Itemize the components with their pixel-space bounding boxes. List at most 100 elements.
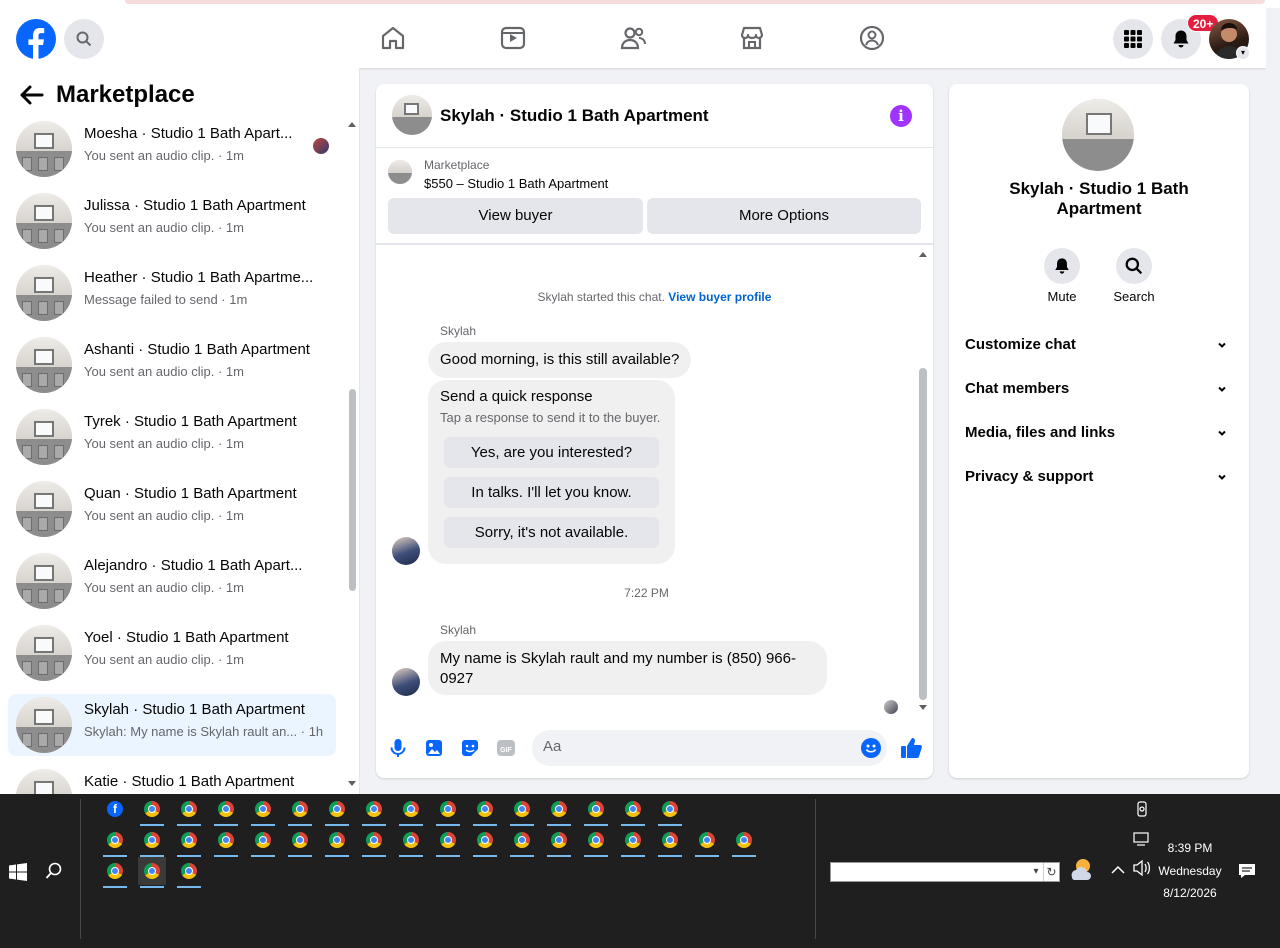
chrome-taskbar-icon[interactable] bbox=[286, 826, 314, 857]
chrome-taskbar-icon[interactable] bbox=[323, 826, 351, 857]
listing-thumbnail[interactable] bbox=[388, 160, 412, 184]
taskbar-day[interactable]: Wednesday bbox=[1150, 864, 1230, 878]
dropdown-arrow-icon[interactable]: ▾ bbox=[1029, 863, 1043, 881]
chrome-taskbar-icon[interactable] bbox=[656, 795, 684, 826]
conversation-item[interactable]: Alejandro · Studio 1 Bath Apart... You se… bbox=[8, 550, 336, 612]
chrome-taskbar-icon[interactable] bbox=[582, 826, 610, 857]
chrome-taskbar-icon[interactable] bbox=[434, 795, 462, 826]
chrome-taskbar-icon[interactable] bbox=[101, 826, 129, 857]
marketplace-icon[interactable] bbox=[738, 24, 766, 52]
quick-response-in-talks-button[interactable]: In talks. I'll let you know. bbox=[444, 477, 659, 508]
chrome-taskbar-icon[interactable] bbox=[545, 826, 573, 857]
listing-price[interactable]: $550 – Studio 1 Bath Apartment bbox=[424, 176, 608, 191]
quick-response-not-available-button[interactable]: Sorry, it's not available. bbox=[444, 517, 659, 548]
scroll-down-arrow-icon[interactable] bbox=[347, 780, 357, 788]
taskbar-date[interactable]: 8/12/2026 bbox=[1150, 886, 1230, 900]
chrome-taskbar-icon[interactable] bbox=[508, 826, 536, 857]
refresh-icon[interactable]: ↻ bbox=[1043, 863, 1059, 881]
chat-scroll-thumb[interactable] bbox=[919, 368, 927, 700]
chrome-taskbar-icon[interactable] bbox=[138, 857, 166, 888]
chrome-taskbar-icon[interactable] bbox=[138, 826, 166, 857]
chrome-taskbar-icon[interactable] bbox=[397, 826, 425, 857]
back-arrow-icon[interactable] bbox=[18, 84, 44, 106]
taskbar-time[interactable]: 8:39 PM bbox=[1150, 841, 1230, 855]
chrome-taskbar-icon[interactable] bbox=[397, 795, 425, 826]
chevron-up-icon[interactable] bbox=[1111, 865, 1125, 875]
groups-icon[interactable] bbox=[858, 24, 886, 52]
friends-icon[interactable] bbox=[619, 24, 647, 52]
chat-listing-thumbnail[interactable] bbox=[392, 95, 432, 135]
buyer-avatar[interactable] bbox=[392, 668, 420, 696]
chrome-taskbar-icon[interactable] bbox=[619, 826, 647, 857]
message-bubble[interactable]: My name is Skylah rault and my number is… bbox=[428, 641, 827, 695]
chrome-taskbar-icon[interactable] bbox=[360, 826, 388, 857]
chat-title[interactable]: Skylah · Studio 1 Bath Apartment bbox=[440, 106, 709, 126]
network-icon[interactable] bbox=[1133, 832, 1151, 846]
conversation-item[interactable]: Quan · Studio 1 Bath Apartment You sent a… bbox=[8, 478, 336, 540]
chrome-taskbar-icon[interactable] bbox=[323, 795, 351, 826]
chrome-taskbar-icon[interactable] bbox=[360, 795, 388, 826]
scroll-down-arrow-icon[interactable] bbox=[918, 704, 928, 712]
microphone-icon[interactable] bbox=[388, 738, 408, 758]
page-scrollbar[interactable] bbox=[1266, 8, 1280, 794]
gif-icon[interactable]: GIF bbox=[496, 738, 516, 758]
chrome-taskbar-icon[interactable] bbox=[138, 795, 166, 826]
listing-avatar[interactable] bbox=[1062, 99, 1134, 171]
scroll-up-arrow-icon[interactable] bbox=[918, 250, 928, 258]
photo-icon[interactable] bbox=[424, 738, 444, 758]
buyer-avatar[interactable] bbox=[392, 537, 420, 565]
conversation-item[interactable]: Skylah · Studio 1 Bath Apartment Skylah: … bbox=[8, 694, 336, 756]
facebook-taskbar-icon[interactable]: f bbox=[101, 795, 129, 823]
chrome-taskbar-icon[interactable] bbox=[619, 795, 647, 826]
privacy-support-row[interactable]: Privacy & support bbox=[965, 468, 1233, 492]
view-buyer-profile-link[interactable]: View buyer profile bbox=[668, 290, 771, 304]
chrome-taskbar-icon[interactable] bbox=[434, 826, 462, 857]
info-icon[interactable]: i bbox=[890, 105, 912, 127]
chrome-taskbar-icon[interactable] bbox=[693, 826, 721, 857]
chrome-taskbar-icon[interactable] bbox=[175, 795, 203, 826]
windows-start-icon[interactable] bbox=[9, 863, 27, 881]
volume-icon[interactable] bbox=[1133, 860, 1151, 876]
menu-button[interactable] bbox=[1113, 19, 1153, 59]
conversation-item[interactable]: Tyrek · Studio 1 Bath Apartment You sent … bbox=[8, 406, 336, 468]
facebook-logo[interactable] bbox=[16, 19, 56, 59]
chrome-taskbar-icon[interactable] bbox=[101, 857, 129, 888]
chrome-taskbar-icon[interactable] bbox=[212, 826, 240, 857]
scroll-up-arrow-icon[interactable] bbox=[347, 120, 357, 128]
chrome-taskbar-icon[interactable] bbox=[471, 795, 499, 826]
chrome-taskbar-icon[interactable] bbox=[471, 826, 499, 857]
chrome-taskbar-icon[interactable] bbox=[545, 795, 573, 826]
conversation-item[interactable]: Moesha · Studio 1 Bath Apart... You sent … bbox=[8, 118, 336, 180]
mute-button[interactable]: Mute bbox=[1032, 248, 1092, 304]
search-button[interactable] bbox=[64, 19, 104, 59]
address-toolbar[interactable]: ▾ ↻ bbox=[830, 862, 1060, 882]
view-buyer-button[interactable]: View buyer bbox=[388, 198, 643, 234]
notification-center-icon[interactable] bbox=[1238, 863, 1256, 879]
weather-icon[interactable] bbox=[1068, 857, 1094, 881]
customize-chat-row[interactable]: Customize chat bbox=[965, 336, 1233, 360]
sticker-icon[interactable] bbox=[460, 738, 480, 758]
chrome-taskbar-icon[interactable] bbox=[249, 795, 277, 826]
chrome-taskbar-icon[interactable] bbox=[582, 795, 610, 826]
quick-response-yes-button[interactable]: Yes, are you interested? bbox=[444, 437, 659, 468]
search-in-chat-button[interactable]: Search bbox=[1104, 248, 1164, 304]
video-icon[interactable] bbox=[499, 24, 527, 52]
conversation-item[interactable]: Julissa · Studio 1 Bath Apartment You sen… bbox=[8, 190, 336, 252]
chrome-taskbar-icon[interactable] bbox=[175, 857, 203, 888]
conversation-item[interactable]: Yoel · Studio 1 Bath Apartment You sent a… bbox=[8, 622, 336, 684]
sidebar-scroll-thumb[interactable] bbox=[349, 389, 356, 591]
account-chevron-icon[interactable]: ▾ bbox=[1236, 46, 1250, 60]
home-icon[interactable] bbox=[379, 24, 407, 52]
message-input[interactable] bbox=[543, 738, 843, 755]
taskbar-search-icon[interactable] bbox=[45, 862, 63, 880]
chrome-taskbar-icon[interactable] bbox=[508, 795, 536, 826]
chrome-taskbar-icon[interactable] bbox=[212, 795, 240, 826]
chrome-taskbar-icon[interactable] bbox=[656, 826, 684, 857]
like-thumbs-up-icon[interactable] bbox=[899, 736, 923, 760]
conversation-item[interactable]: Ashanti · Studio 1 Bath Apartment You sen… bbox=[8, 334, 336, 396]
chat-members-row[interactable]: Chat members bbox=[965, 380, 1233, 404]
media-files-links-row[interactable]: Media, files and links bbox=[965, 424, 1233, 448]
device-icon[interactable] bbox=[1136, 801, 1148, 817]
chrome-taskbar-icon[interactable] bbox=[249, 826, 277, 857]
more-options-button[interactable]: More Options bbox=[647, 198, 921, 234]
